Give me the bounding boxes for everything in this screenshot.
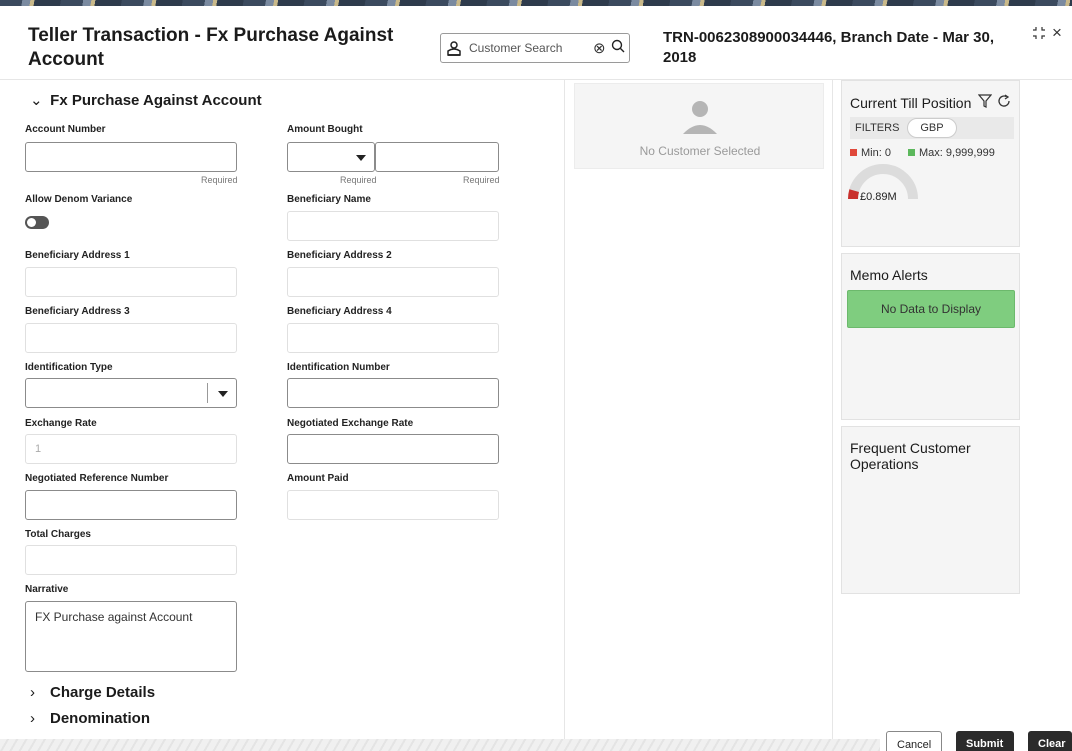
negotiated-reference-number-label: Negotiated Reference Number [25,473,169,484]
page-title: Teller Transaction - Fx Purchase Against… [28,25,394,70]
allow-denom-variance-label: Allow Denom Variance [25,194,133,205]
chevron-right-icon[interactable]: › [30,684,50,701]
filter-icon[interactable] [977,94,993,113]
gauge-fill [847,189,860,200]
allow-denom-variance-toggle[interactable] [25,216,49,229]
customer-card: No Customer Selected [574,83,824,169]
customer-search[interactable]: Customer Search ⊗ [440,33,630,63]
filters-bar: FILTERS GBP [850,117,1014,139]
till-position-panel: Current Till Position FILTERS GBP Min: 0… [841,80,1020,247]
clear-search-icon[interactable]: ⊗ [593,39,606,57]
amount-hint: Required [463,175,500,185]
cancel-button[interactable]: Cancel [886,731,942,751]
beneficiary-address-1-label: Beneficiary Address 1 [25,250,130,261]
till-position-title: Current Till Position [850,95,972,111]
beneficiary-name-label: Beneficiary Name [287,194,371,205]
beneficiary-address-3-label: Beneficiary Address 3 [25,306,130,317]
beneficiary-address-2-input[interactable] [287,267,499,297]
denomination-section[interactable]: › Denomination [30,710,150,727]
max-legend: Max: 9,999,999 [908,147,995,159]
beneficiary-address-4-input[interactable] [287,323,499,353]
chevron-down-icon[interactable] [218,391,228,397]
section-title: Fx Purchase Against Account [50,92,262,109]
identification-type-label: Identification Type [25,362,113,373]
beneficiary-address-3-input[interactable] [25,323,237,353]
currency-chip[interactable]: GBP [907,118,957,138]
account-number-hint: Required [201,175,238,185]
amount-paid-label: Amount Paid [287,473,349,484]
search-icon[interactable] [611,38,625,58]
narrative-value[interactable]: FX Purchase against Account [35,610,192,624]
frequent-operations-panel: Frequent Customer Operations [841,426,1020,594]
chevron-down-icon[interactable] [356,155,366,161]
min-swatch [850,149,857,156]
transaction-info: TRN-0062308900034446, Branch Date - Mar … [663,29,995,66]
minimize-icon[interactable] [1032,26,1046,44]
header: Teller Transaction - Fx Purchase Against… [0,6,1072,80]
gauge-value: £0.89M [860,191,897,203]
toggle-knob [27,218,36,227]
transaction-form: ⌄ Fx Purchase Against Account Account Nu… [0,80,565,751]
beneficiary-address-4-label: Beneficiary Address 4 [287,306,392,317]
chevron-down-icon[interactable]: ⌄ [30,91,46,109]
amount-bought-label: Amount Bought [287,124,363,135]
refresh-icon[interactable] [997,94,1011,113]
filters-label: FILTERS [855,122,900,134]
customer-column: No Customer Selected [565,80,833,751]
clear-button[interactable]: Clear [1028,731,1072,751]
max-label: Max: 9,999,999 [919,147,995,159]
negotiated-reference-number-input[interactable] [25,490,237,520]
select-divider [207,383,208,403]
user-avatar-icon [680,98,720,143]
amount-bought-currency-select[interactable] [287,142,375,172]
customer-search-placeholder[interactable]: Customer Search [469,41,562,55]
account-number-label: Account Number [25,124,106,135]
beneficiary-address-2-label: Beneficiary Address 2 [287,250,392,261]
memo-alerts-panel: Memo Alerts No Data to Display [841,253,1020,420]
exchange-rate-input: 1 [25,434,237,464]
memo-alerts-title: Memo Alerts [850,267,928,283]
account-number-input[interactable] [25,142,237,172]
max-swatch [908,149,915,156]
frequent-operations-title: Frequent Customer Operations [850,440,971,472]
negotiated-exchange-rate-input[interactable] [287,434,499,464]
identification-type-select[interactable] [25,378,237,408]
submit-button[interactable]: Submit [956,731,1014,751]
exchange-rate-label: Exchange Rate [25,418,97,429]
charge-details-label: Charge Details [50,684,156,701]
user-card-icon [447,40,461,56]
close-icon[interactable]: × [1052,23,1062,43]
no-customer-text: No Customer Selected [639,144,761,158]
negotiated-exchange-rate-label: Negotiated Exchange Rate [287,418,414,429]
narrative-label: Narrative [25,584,69,595]
total-charges-label: Total Charges [25,529,91,540]
denomination-label: Denomination [50,710,150,727]
currency-hint: Required [340,175,377,185]
memo-no-data: No Data to Display [847,290,1015,328]
section-header[interactable]: ⌄ Fx Purchase Against Account [30,91,262,109]
exchange-rate-value: 1 [35,443,42,455]
identification-number-label: Identification Number [287,362,390,373]
min-legend: Min: 0 [850,147,891,159]
chevron-right-icon[interactable]: › [30,710,50,727]
beneficiary-name-input[interactable] [287,211,499,241]
min-label: Min: 0 [861,147,891,159]
identification-number-input[interactable] [287,378,499,408]
footer-stripe [0,739,880,751]
amount-bought-input[interactable] [375,142,499,172]
amount-paid-input [287,490,499,520]
beneficiary-address-1-input[interactable] [25,267,237,297]
narrative-textarea[interactable]: FX Purchase against Account [25,601,237,672]
charge-details-section[interactable]: › Charge Details [30,684,155,701]
total-charges-input [25,545,237,575]
